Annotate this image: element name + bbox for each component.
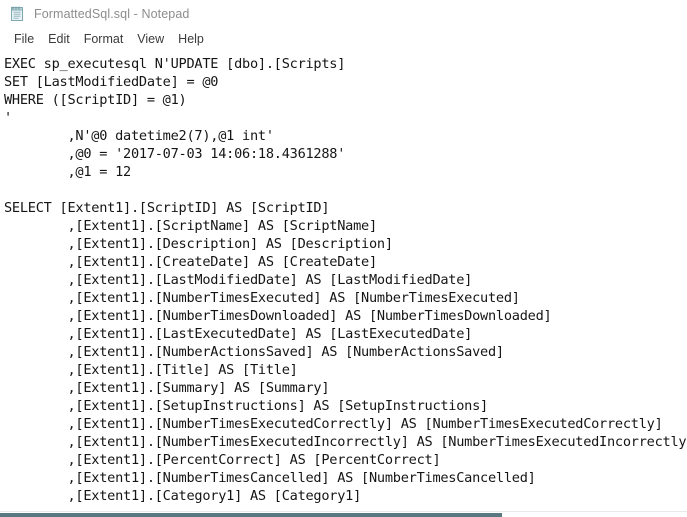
horizontal-scrollbar-thumb[interactable] — [0, 513, 502, 517]
menu-item-help[interactable]: Help — [171, 30, 211, 50]
menu-item-edit[interactable]: Edit — [41, 30, 77, 50]
menu-item-view[interactable]: View — [130, 30, 171, 50]
window-title: FormattedSql.sql - Notepad — [34, 7, 190, 21]
menu-item-file[interactable]: File — [7, 30, 41, 50]
horizontal-scrollbar[interactable] — [0, 511, 687, 517]
notepad-icon — [9, 6, 25, 22]
menu-item-format[interactable]: Format — [77, 30, 131, 50]
text-editor[interactable]: EXEC sp_executesql N'UPDATE [dbo].[Scrip… — [0, 52, 687, 517]
title-bar[interactable]: FormattedSql.sql - Notepad — [0, 0, 687, 28]
editor-content[interactable]: EXEC sp_executesql N'UPDATE [dbo].[Scrip… — [4, 55, 687, 505]
editor-area: EXEC sp_executesql N'UPDATE [dbo].[Scrip… — [0, 52, 687, 517]
notepad-window: FormattedSql.sql - Notepad File Edit For… — [0, 0, 687, 517]
menu-bar: File Edit Format View Help — [0, 28, 687, 52]
